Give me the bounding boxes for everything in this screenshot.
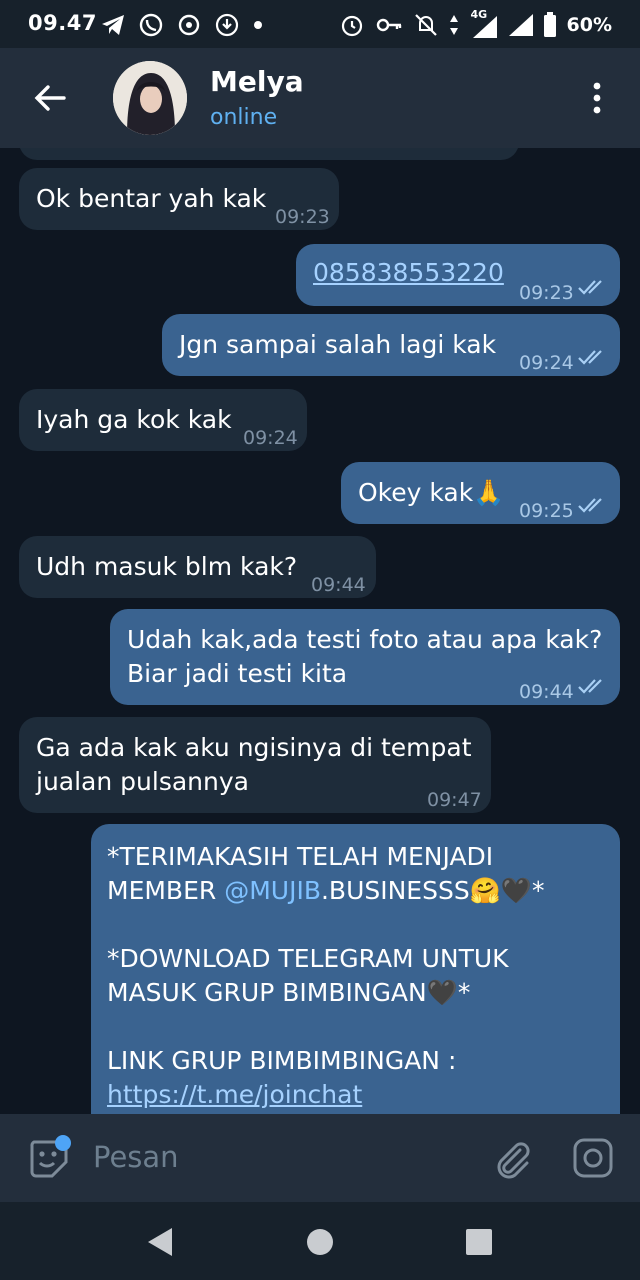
message-bubble-incoming[interactable]: Ok bentar yah kak 09:23 — [19, 168, 339, 230]
message-time: 09:24 — [243, 427, 298, 449]
message-text-line: LINK GRUP BIMBIMBINGAN : — [107, 1046, 457, 1075]
message-composer: Pesan — [0, 1114, 640, 1202]
system-nav-bar — [0, 1202, 640, 1280]
message-bubble-outgoing[interactable]: Jgn sampai salah lagi kak 09:24 — [162, 314, 620, 376]
attach-icon[interactable] — [490, 1136, 534, 1180]
message-input[interactable]: Pesan — [93, 1140, 179, 1174]
data-arrows-icon — [449, 15, 458, 35]
invite-link[interactable]: https://t.me/joinchat — [107, 1078, 362, 1112]
avatar[interactable] — [113, 61, 187, 135]
telegram-icon — [102, 15, 124, 35]
message-time: 09:23 — [519, 282, 574, 304]
more-vert-icon[interactable] — [586, 78, 608, 118]
message-bubble-incoming[interactable]: Udh masuk blm kak? 09:44 — [19, 536, 376, 598]
message-bubble-outgoing[interactable]: 085838553220 09:23 — [296, 244, 620, 306]
text-segment: .BUSINESSS🤗🖤* — [320, 876, 545, 905]
read-ticks-icon — [578, 498, 602, 513]
chat-header: Melya online — [0, 48, 640, 148]
read-ticks-icon — [578, 679, 602, 694]
message-text: Jgn sampai salah lagi kak — [179, 330, 497, 359]
message-time: 09:25 — [519, 500, 574, 522]
message-bubble-partial[interactable] — [19, 148, 519, 160]
message-text-line: *TERIMAKASIH TELAH MENJADI — [107, 842, 494, 871]
message-text: Udh masuk blm kak? — [36, 552, 298, 581]
message-text-line: MASUK GRUP BIMBINGAN🖤* — [107, 978, 471, 1007]
message-bubble-outgoing[interactable]: Okey kak🙏 09:25 — [341, 462, 620, 524]
download-status-icon — [215, 13, 239, 37]
status-bar: 09.47 4G 60% — [0, 0, 640, 48]
whatsapp-icon — [139, 13, 163, 37]
alarm-icon — [341, 15, 362, 37]
read-ticks-icon — [578, 350, 602, 365]
nav-home-icon[interactable] — [307, 1229, 333, 1255]
message-bubble-outgoing[interactable]: Udah kak,ada testi foto atau apa kak? Bi… — [110, 609, 620, 705]
message-text: Iyah ga kok kak — [36, 405, 232, 434]
status-left-icons — [100, 12, 264, 38]
contact-status: online — [210, 105, 278, 130]
message-time: 09:24 — [519, 352, 574, 374]
dot-icon — [254, 21, 262, 29]
message-text: Ok bentar yah kak — [36, 184, 267, 213]
message-text-line: Biar jadi testi kita — [127, 659, 348, 688]
signal-4g-icon: 4G — [469, 8, 499, 38]
read-ticks-icon — [578, 280, 602, 295]
instagram-camera-icon[interactable] — [571, 1136, 615, 1180]
message-text-line: jualan pulsannya — [36, 767, 249, 796]
message-time: 09:44 — [311, 574, 366, 596]
text-segment: MEMBER — [107, 876, 225, 905]
message-time: 09:47 — [427, 789, 482, 811]
message-text-line: MEMBER @MUJIB.BUSINESSS🤗🖤* — [107, 874, 544, 908]
nav-recents-icon[interactable] — [466, 1229, 492, 1255]
notification-dot — [55, 1135, 71, 1151]
message-bubble-incoming[interactable]: Ga ada kak aku ngisinya di tempat jualan… — [19, 717, 491, 813]
message-text: Okey kak🙏 — [358, 478, 505, 507]
battery-icon — [543, 12, 556, 37]
message-text-line: *DOWNLOAD TELEGRAM UNTUK — [107, 944, 509, 973]
message-bubble-incoming[interactable]: Iyah ga kok kak 09:24 — [19, 389, 307, 451]
key-icon — [376, 18, 401, 32]
message-text-line: Udah kak,ada testi foto atau apa kak? — [127, 625, 603, 654]
contact-name[interactable]: Melya — [210, 65, 304, 98]
nav-back-icon[interactable] — [146, 1226, 174, 1258]
sync-icon — [178, 14, 200, 36]
message-list[interactable]: Ok bentar yah kak 09:23 085838553220 09:… — [0, 148, 640, 1114]
avatar-image — [113, 61, 187, 135]
message-time: 09:23 — [275, 206, 330, 228]
status-time: 09.47 — [28, 11, 97, 35]
battery-percent: 60% — [566, 14, 612, 36]
back-arrow-icon[interactable] — [30, 78, 70, 118]
mute-icon — [414, 14, 437, 36]
message-time: 09:44 — [519, 681, 574, 703]
message-text-line: Ga ada kak aku ngisinya di tempat — [36, 733, 472, 762]
mention-link[interactable]: @MUJIB — [224, 876, 321, 905]
phone-link[interactable]: 085838553220 — [313, 256, 504, 290]
status-right-icons: 4G 60% — [339, 8, 612, 38]
message-bubble-outgoing[interactable]: *TERIMAKASIH TELAH MENJADI MEMBER @MUJIB… — [91, 824, 620, 1114]
signal-icon — [508, 14, 533, 36]
